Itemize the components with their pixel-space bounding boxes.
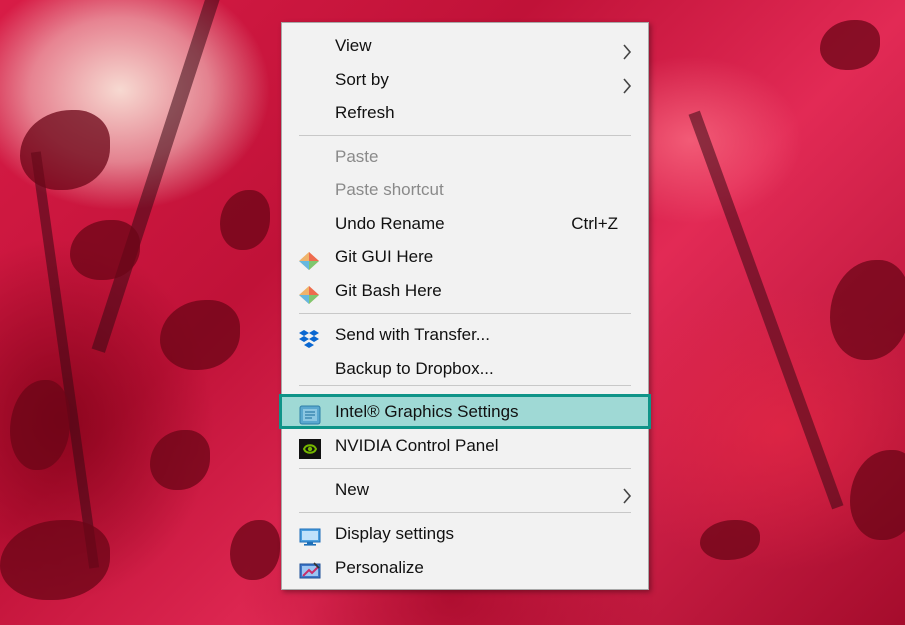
menu-item-label: Refresh (335, 103, 395, 122)
menu-item-paste[interactable]: Paste (282, 140, 648, 173)
menu-item-paste-shortcut[interactable]: Paste shortcut (282, 173, 648, 206)
menu-item-shortcut: Ctrl+Z (571, 214, 618, 233)
menu-item-new[interactable]: New (282, 473, 648, 506)
menu-item-label: Paste shortcut (335, 180, 444, 199)
leaf (700, 520, 760, 560)
personalize-icon (299, 559, 321, 579)
nvidia-icon (299, 437, 321, 459)
leaf (20, 110, 110, 190)
menu-item-intel-graphics-settings[interactable]: Intel® Graphics Settings (282, 395, 648, 428)
chevron-right-icon (622, 482, 632, 504)
menu-item-display-settings[interactable]: Display settings (282, 517, 648, 550)
leaf (10, 380, 70, 470)
menu-separator (299, 135, 631, 136)
menu-separator (299, 313, 631, 314)
leaf (820, 20, 880, 70)
dropbox-icon (299, 326, 319, 348)
menu-item-label: Intel® Graphics Settings (335, 402, 519, 421)
menu-item-label: Sort by (335, 70, 389, 89)
menu-item-view[interactable]: View (282, 29, 648, 62)
menu-item-backup-to-dropbox[interactable]: Backup to Dropbox... (282, 352, 648, 385)
menu-item-personalize[interactable]: Personalize (282, 551, 648, 584)
menu-item-label: Paste (335, 147, 379, 166)
menu-item-label: Backup to Dropbox... (335, 359, 494, 378)
tree-branch (30, 151, 100, 569)
menu-item-label: Send with Transfer... (335, 325, 490, 344)
menu-item-send-with-transfer[interactable]: Send with Transfer... (282, 318, 648, 351)
git-icon (299, 248, 319, 270)
tree-branch (688, 110, 844, 510)
menu-item-refresh[interactable]: Refresh (282, 96, 648, 129)
leaf (220, 190, 270, 250)
menu-item-label: New (335, 480, 370, 499)
menu-item-undo-rename[interactable]: Undo Rename Ctrl+Z (282, 207, 648, 240)
menu-item-label: Undo Rename (335, 214, 445, 233)
menu-separator (299, 468, 631, 469)
desktop-context-menu: View Sort by Refresh Paste Paste shortcut Und… (279, 22, 651, 590)
menu-item-label: NVIDIA Control Panel (335, 436, 499, 455)
menu-item-git-gui-here[interactable]: Git GUI Here (282, 240, 648, 273)
menu-item-label: Display settings (335, 524, 455, 543)
display-icon (299, 525, 321, 546)
leaf (830, 260, 905, 360)
menu-item-label: Personalize (335, 558, 424, 577)
intel-graphics-icon (299, 403, 321, 425)
menu-item-label: Git GUI Here (335, 247, 434, 266)
leaf (0, 520, 110, 600)
menu-item-label: Git Bash Here (335, 281, 442, 300)
menu-item-sort-by[interactable]: Sort by (282, 63, 648, 96)
menu-separator (299, 385, 631, 386)
chevron-right-icon (622, 38, 632, 60)
git-icon (299, 282, 319, 304)
menu-separator (299, 512, 631, 513)
menu-item-nvidia-control-panel[interactable]: NVIDIA Control Panel (282, 429, 648, 462)
leaf (850, 450, 905, 540)
leaf (230, 520, 280, 580)
menu-item-git-bash-here[interactable]: Git Bash Here (282, 274, 648, 307)
leaf (150, 430, 210, 490)
leaf (160, 300, 240, 370)
chevron-right-icon (622, 72, 632, 94)
menu-item-label: View (335, 36, 372, 55)
